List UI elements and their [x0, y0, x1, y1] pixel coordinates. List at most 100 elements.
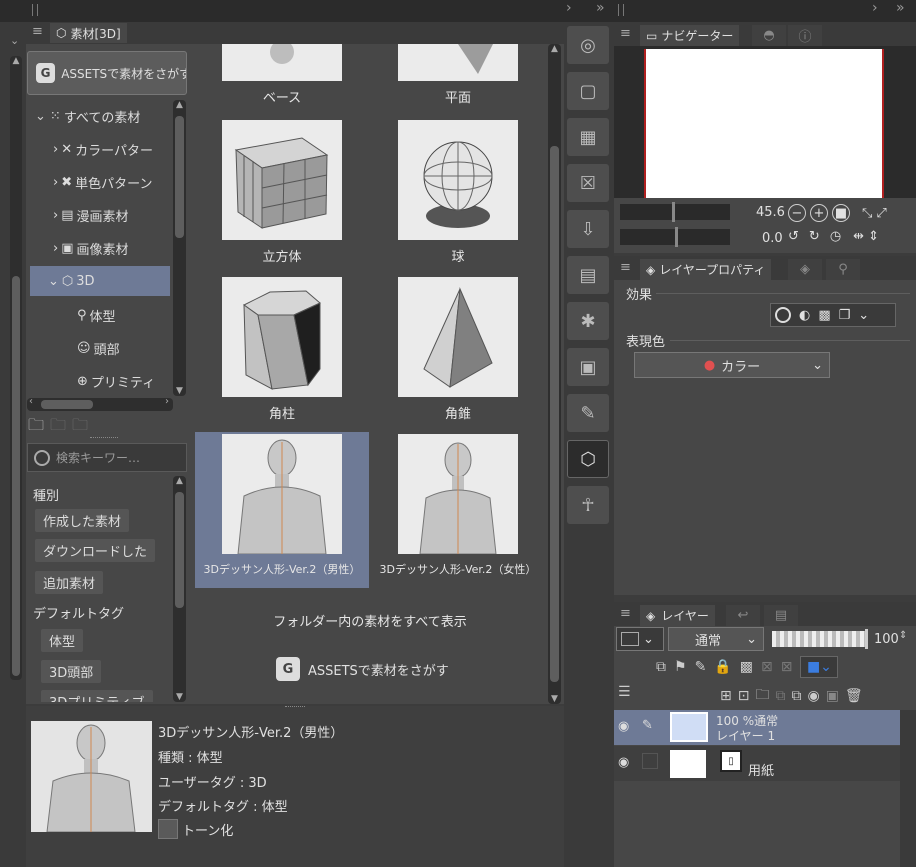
opacity-slider[interactable]	[772, 629, 868, 649]
slider-handle[interactable]	[675, 227, 678, 247]
tree-item-head[interactable]: ☺ 頭部	[77, 332, 120, 365]
tree-scrollbar[interactable]: ▲ ▼	[173, 100, 186, 396]
ruler-icon[interactable]: ⊠	[781, 659, 793, 675]
scroll-down-icon[interactable]: ▼	[173, 692, 186, 702]
slider-handle[interactable]	[672, 202, 675, 222]
scroll-down-icon[interactable]: ▼	[173, 386, 186, 396]
filter-tag-3d-primitive[interactable]: 3Dプリミティブ	[41, 690, 153, 702]
material-search-box[interactable]: 検索キーワー…	[27, 443, 187, 472]
lock-icon[interactable]: 🔒	[714, 659, 731, 675]
tone-checkbox[interactable]: トーン化	[158, 819, 233, 839]
tree-item-3d[interactable]: ⌄ ⬡ 3D	[30, 266, 170, 296]
filter-scrollbar[interactable]: ▲ ▼	[173, 476, 186, 702]
chevron-right-icon[interactable]: ›	[566, 0, 572, 16]
tool-button-3d[interactable]: ⬡	[567, 440, 609, 478]
scroll-right-icon[interactable]: ›	[165, 396, 169, 407]
checkbox-box[interactable]	[158, 819, 178, 839]
blend-color-select[interactable]: ⌄	[616, 627, 664, 651]
layer-color-swatch-icon[interactable]: ■⌄	[800, 656, 839, 678]
tool-button-effect[interactable]: ✱	[567, 302, 609, 340]
material-thumb-prism[interactable]	[222, 277, 342, 397]
tab-history[interactable]: ↩	[726, 605, 760, 626]
copy-folder-icon[interactable]: 🗀	[50, 414, 66, 441]
material-thumb-base[interactable]	[222, 44, 342, 81]
show-all-link[interactable]: フォルダー内の素材をすべて表示	[192, 611, 548, 630]
chevron-down-icon[interactable]: ⌄	[858, 308, 869, 323]
rotate-right-icon[interactable]: ↻	[809, 229, 820, 244]
filter-tag-body[interactable]: 体型	[41, 629, 84, 652]
tree-item-primitive[interactable]: ⊕ プリミティ	[77, 365, 155, 398]
scroll-thumb[interactable]	[550, 146, 559, 682]
tool-button-download[interactable]: ⇩	[567, 210, 609, 248]
reset-rotation-icon[interactable]: ◷	[830, 229, 841, 244]
chevron-down-icon[interactable]: ⌄	[10, 34, 19, 47]
left-scrollbar[interactable]: ▲	[10, 56, 22, 680]
panel-menu-icon[interactable]: ≡	[32, 24, 43, 39]
scroll-up-icon[interactable]: ▲	[10, 56, 22, 66]
scroll-thumb[interactable]	[175, 116, 184, 238]
tab-layer[interactable]: ◈ レイヤー	[640, 605, 715, 626]
splitter-handle[interactable]	[90, 437, 118, 438]
tool-button-manga[interactable]: ▤	[567, 256, 609, 294]
tab-layer-search[interactable]: ◈	[788, 259, 822, 280]
tree-item-image[interactable]: › ▣ 画像素材	[53, 232, 129, 265]
fit-window-icon[interactable]: ⤡	[862, 206, 872, 221]
filter-tag-downloaded[interactable]: ダウンロードした	[35, 539, 156, 562]
reference-icon[interactable]: ⚑	[674, 659, 687, 675]
tab-info[interactable]: ⓘ	[788, 25, 822, 46]
expression-color-select[interactable]: ● カラー ⌄	[634, 352, 830, 378]
border-effect-icon[interactable]	[775, 307, 791, 323]
filter-tag-added[interactable]: 追加素材	[35, 571, 104, 594]
tree-item-manga[interactable]: › ▤ 漫画素材	[53, 199, 129, 232]
material-thumb-sphere[interactable]	[398, 120, 518, 240]
eye-icon[interactable]: ◉	[618, 755, 629, 770]
tab-navigator[interactable]: ▭ ナビゲーター	[640, 25, 740, 46]
scroll-up-icon[interactable]: ▲	[173, 100, 186, 110]
material-thumb-female-doll[interactable]	[398, 434, 518, 554]
clip-icon[interactable]: ⧉	[656, 659, 666, 675]
new-folder-icon[interactable]: 🗀	[28, 414, 44, 441]
tree-item-mono-pattern[interactable]: › ✖ 単色パターン	[53, 166, 152, 199]
tool-button-pattern[interactable]: ☒	[567, 164, 609, 202]
new-folder-icon[interactable]: 🗀	[755, 684, 769, 708]
tab-color-search[interactable]: ⚲	[826, 259, 860, 280]
scroll-left-icon[interactable]: ‹	[29, 396, 33, 407]
zoom-in-icon[interactable]: +	[810, 204, 828, 222]
panel-menu-icon[interactable]: ≡	[620, 606, 631, 621]
double-chevron-right-icon[interactable]: »	[896, 0, 905, 16]
double-chevron-right-icon[interactable]: »	[596, 0, 605, 16]
panel-menu-icon[interactable]: ≡	[620, 26, 631, 41]
scroll-thumb[interactable]	[41, 400, 93, 409]
tab-sub-view[interactable]: ◓	[752, 25, 786, 46]
list-view-icon[interactable]: ☰	[618, 684, 631, 700]
tab-material-3d[interactable]: ⬡ 素材[3D]	[50, 23, 127, 43]
assets-link[interactable]: G ASSETSで素材をさがす	[276, 657, 449, 681]
scroll-thumb[interactable]	[175, 492, 184, 608]
actual-size-icon[interactable]: ⤢	[876, 206, 886, 221]
tool-button-grid[interactable]: ▦	[567, 118, 609, 156]
zoom-out-icon[interactable]: −	[788, 204, 806, 222]
tree-hscrollbar[interactable]: ‹ ›	[27, 396, 173, 411]
edit-folder-icon[interactable]: 🗀	[72, 414, 88, 441]
filter-tag-3d-head[interactable]: 3D頭部	[41, 660, 102, 683]
material-thumb-pyramid[interactable]	[398, 277, 518, 397]
panel-grip-right[interactable]	[618, 4, 624, 16]
tool-button-image[interactable]: ▣	[567, 348, 609, 386]
scroll-down-icon[interactable]: ▼	[548, 694, 561, 704]
transfer-down-icon[interactable]: ⧉	[775, 688, 785, 704]
apply-mask-icon[interactable]: ▣	[826, 688, 839, 704]
lock-transparent-icon[interactable]: ▩	[740, 659, 753, 675]
scroll-up-icon[interactable]: ▲	[173, 476, 186, 486]
blend-mode-select[interactable]: 通常 ⌄	[668, 627, 764, 651]
mask-layer-icon[interactable]: ◉	[807, 688, 819, 704]
tool-button-frame[interactable]: ▢	[567, 72, 609, 110]
opacity-stepper-icon[interactable]: ⇕	[899, 630, 907, 641]
panel-grip-left[interactable]	[32, 4, 38, 16]
tree-item-all[interactable]: ⌄ ⁙ すべての素材	[35, 100, 140, 133]
flip-horizontal-icon[interactable]: ⇹	[853, 229, 864, 244]
new-raster-layer-icon[interactable]: ⊞	[720, 688, 732, 704]
tree-item-body-type[interactable]: ⚲ 体型	[77, 299, 116, 332]
material-thumb-male-doll[interactable]	[222, 434, 342, 554]
tool-button-cursor[interactable]: ◎	[567, 26, 609, 64]
material-grid-scrollbar[interactable]: ▲ ▼	[548, 44, 561, 704]
